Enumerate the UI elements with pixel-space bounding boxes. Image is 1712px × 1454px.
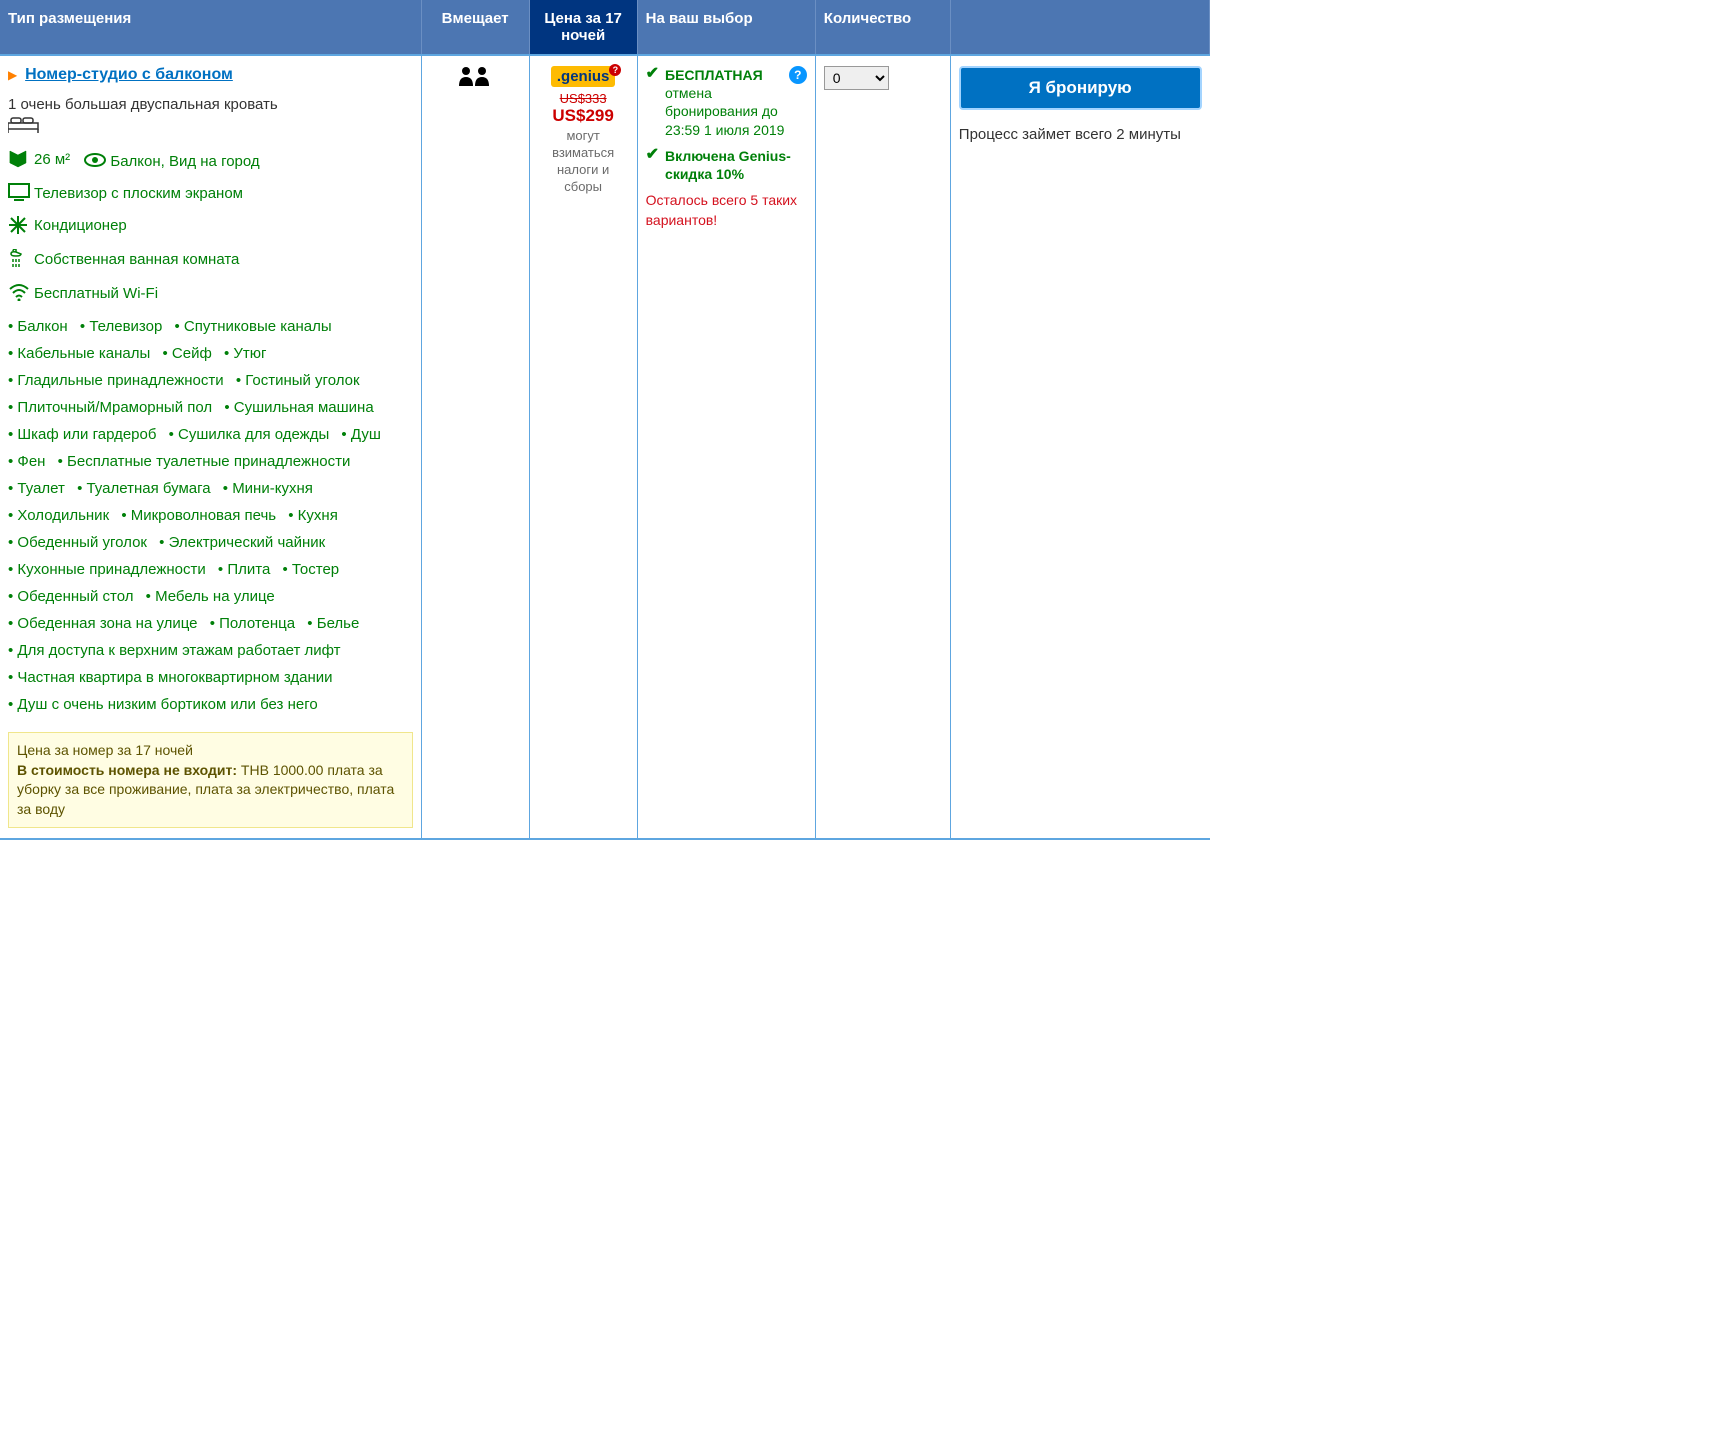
snowflake-icon — [8, 215, 28, 235]
amenity-item: Спутниковые каналы — [175, 313, 332, 340]
amenity-item: Мини-кухня — [223, 475, 313, 502]
facility-ac: Кондиционер — [8, 215, 413, 239]
amenity-item: Душ с очень низким бортиком или без него — [8, 691, 318, 718]
eye-icon — [84, 151, 104, 171]
reserve-note: Процесс займет всего 2 минуты — [959, 124, 1202, 145]
amenity-item: Тостер — [282, 556, 339, 583]
bed-icon — [8, 115, 413, 139]
header-choice: На ваш выбор — [637, 0, 815, 55]
price-cell: .genius ? US$333 US$299 могут взиматься … — [529, 55, 637, 839]
amenity-item: Телевизор — [80, 313, 162, 340]
price-note-bold: В стоимость номера не входит: — [17, 762, 237, 778]
amenity-item: Кухня — [288, 502, 338, 529]
reserve-button[interactable]: Я бронирую — [959, 66, 1202, 110]
room-name-link[interactable]: Номер-студио с балконом — [25, 66, 233, 83]
occupancy-cell — [421, 55, 529, 839]
amenity-item: Туалетная бумага — [77, 475, 211, 502]
facility-tv: Телевизор с плоским экраном — [8, 183, 413, 205]
price-note-box: Цена за номер за 17 ночей В стоимость но… — [8, 732, 413, 828]
help-icon[interactable]: ? — [789, 66, 807, 84]
wifi-icon — [8, 283, 28, 303]
quantity-select[interactable]: 0 — [824, 66, 889, 90]
price-note-title: Цена за номер за 17 ночей — [17, 741, 404, 761]
rooms-table: Тип размещения Вмещает Цена за 17 ночей … — [0, 0, 1210, 840]
amenity-item: Для доступа к верхним этажам работает ли… — [8, 637, 341, 664]
amenity-item: Шкаф или гардероб — [8, 421, 156, 448]
amenity-item: Плита — [218, 556, 270, 583]
shower-icon — [8, 249, 28, 269]
amenity-item: Обеденный стол — [8, 583, 133, 610]
amenity-item: Частная квартира в многоквартирном здани… — [8, 664, 333, 691]
qty-cell: 0 — [815, 55, 950, 839]
amenity-item: Фен — [8, 448, 45, 475]
scarcity-text: Осталось всего 5 таких вариантов! — [646, 191, 807, 230]
amenity-item: Сушильная машина — [224, 394, 373, 421]
header-qty: Количество — [815, 0, 950, 55]
amenity-item: Туалет — [8, 475, 65, 502]
cta-cell: Я бронирую Процесс займет всего 2 минуты — [950, 55, 1209, 839]
amenity-item: Гладильные принадлежности — [8, 367, 224, 394]
header-sleeps: Вмещает — [421, 0, 529, 55]
amenity-item: Кухонные принадлежности — [8, 556, 206, 583]
old-price: US$333 — [538, 91, 629, 106]
check-icon: ✔ — [646, 66, 659, 82]
help-icon[interactable]: ? — [609, 64, 621, 76]
tax-note: могут взиматься налоги и сборы — [538, 128, 629, 196]
amenity-item: Кабельные каналы — [8, 340, 150, 367]
bed-config: 1 очень большая двуспальная кровать — [8, 96, 413, 113]
person-icon — [457, 66, 493, 91]
facility-wifi: Бесплатный Wi-Fi — [8, 283, 413, 305]
header-type: Тип размещения — [0, 0, 421, 55]
amenity-item: Электрический чайник — [159, 529, 325, 556]
amenity-item: Душ — [341, 421, 380, 448]
amenity-item: Сушилка для одежды — [169, 421, 330, 448]
new-price: US$299 — [538, 106, 629, 126]
amenity-item: Плиточный/Мраморный пол — [8, 394, 212, 421]
amenity-item: Обеденный уголок — [8, 529, 147, 556]
amenity-item: Балкон — [8, 313, 68, 340]
amenity-item: Полотенца — [210, 610, 295, 637]
header-price: Цена за 17 ночей — [529, 0, 637, 55]
choice-cell: ✔ БЕСПЛАТНАЯ отмена бронирования до 23:5… — [637, 55, 815, 839]
room-view: Балкон, Вид на город — [110, 153, 259, 170]
room-row: ▶ Номер-студио с балконом 1 очень больша… — [0, 55, 1210, 839]
check-icon: ✔ — [646, 147, 659, 163]
header-cta — [950, 0, 1209, 55]
amenity-item: Сейф — [162, 340, 211, 367]
facility-size-view: 26 м² Балкон, Вид на город — [8, 149, 413, 173]
amenity-item: Бесплатные туалетные принадлежности — [58, 448, 351, 475]
amenity-item: Мебель на улице — [146, 583, 275, 610]
tv-icon — [8, 183, 28, 203]
amenity-item: Холодильник — [8, 502, 109, 529]
amenity-item: Обеденная зона на улице — [8, 610, 198, 637]
free-cancel: БЕСПЛАТНАЯ отмена бронирования до 23:59 … — [665, 66, 785, 139]
amenity-item: Гостиный уголок — [236, 367, 360, 394]
genius-badge: .genius ? — [551, 66, 616, 87]
amenity-item: Микроволновая печь — [121, 502, 276, 529]
area-icon — [8, 149, 28, 169]
facility-bath: Собственная ванная комната — [8, 249, 413, 273]
arrow-right-icon: ▶ — [8, 68, 17, 82]
genius-discount: Включена Genius-скидка 10% — [665, 147, 807, 183]
amenities-list: Балкон Телевизор Спутниковые каналы Кабе… — [8, 313, 413, 718]
amenity-item: Белье — [307, 610, 359, 637]
room-size: 26 м² — [34, 151, 70, 168]
amenity-item: Утюг — [224, 340, 267, 367]
